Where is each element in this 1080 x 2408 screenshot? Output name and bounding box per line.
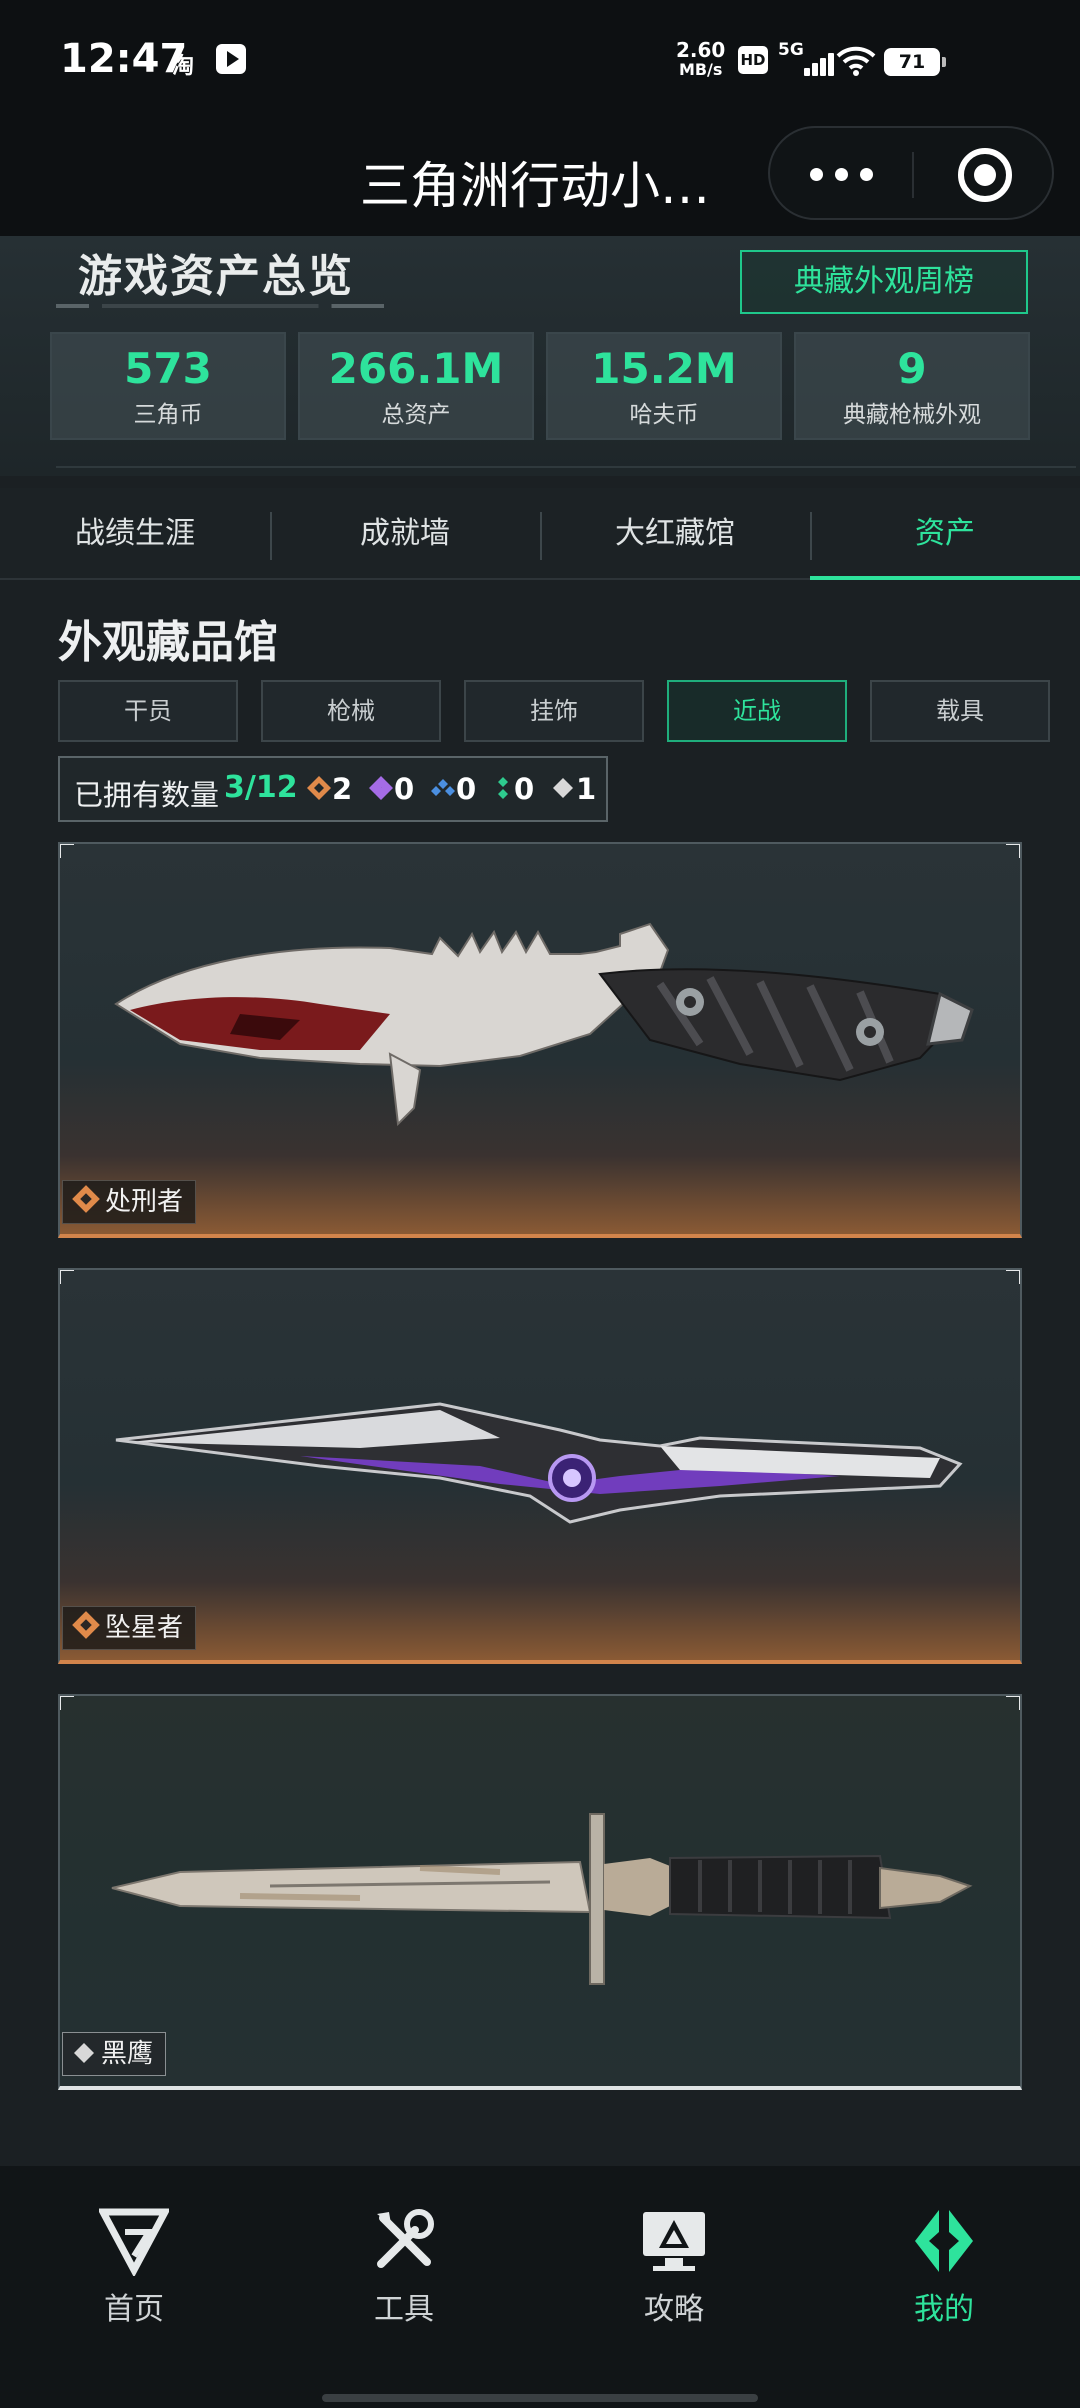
asset-overview: 游戏资产总览 典藏外观周榜 573 三角币 266.1M 总资产 15.2M 哈… — [0, 236, 1080, 476]
black-hawk-knife-image — [111, 1813, 973, 1985]
more-icon[interactable] — [806, 158, 878, 190]
owned-label: 已拥有数量 — [74, 778, 220, 812]
item-name: 黑鹰 — [101, 2039, 154, 2069]
wifi-icon — [836, 46, 876, 76]
rarity-purple-count: 0 — [368, 772, 414, 806]
diamond-orange-icon — [72, 1185, 100, 1213]
nav-profile[interactable]: 我的 — [854, 2206, 1034, 2328]
signal-icon — [790, 52, 834, 76]
rarity-count: 1 — [576, 772, 597, 806]
rarity-count: 0 — [456, 772, 477, 806]
nav-label: 我的 — [914, 2292, 974, 2327]
rarity-blue-count: 0 — [430, 772, 476, 806]
tools-icon — [377, 2209, 434, 2268]
stat-label: 哈夫币 — [629, 402, 699, 428]
battery-icon: 71 — [884, 48, 946, 76]
starfall-knife-image — [115, 1402, 963, 1524]
diamond-white-icon — [74, 2043, 94, 2063]
nav-label: 首页 — [104, 2292, 164, 2327]
rarity-orange-count: 2 — [306, 772, 352, 806]
collection-item-card[interactable]: 处刑者 — [58, 842, 1022, 1238]
guide-icon — [643, 2212, 705, 2271]
network-speed-unit: MB/s — [678, 60, 723, 79]
owned-count-bar: 已拥有数量 3/12 2 0 0 0 1 — [58, 756, 608, 822]
rarity-white-count: 1 — [550, 772, 596, 806]
collection-item-card[interactable]: 坠星者 — [58, 1268, 1022, 1664]
close-mini-program-icon[interactable] — [958, 148, 1012, 202]
tab-career[interactable]: 战绩生涯 — [0, 488, 270, 580]
status-bar: 12:47 淘 2.60 MB/s HD 5G 71 — [0, 0, 1080, 120]
nav-home[interactable]: 首页 — [44, 2206, 224, 2328]
rarity-green-count: 0 — [492, 772, 534, 806]
category-vehicles[interactable]: 载具 — [870, 680, 1050, 742]
stat-card-haf-coin: 15.2M 哈夫币 — [546, 332, 782, 440]
owned-count: 3/12 — [224, 770, 298, 805]
stat-value: 9 — [897, 344, 927, 393]
diamond-purple-icon — [369, 776, 393, 800]
overview-title: 游戏资产总览 — [78, 251, 354, 302]
category-charms[interactable]: 挂饰 — [464, 680, 644, 742]
category-melee[interactable]: 近战 — [667, 680, 847, 742]
diamond-white-icon — [553, 778, 573, 798]
collection-item-card[interactable]: 黑鹰 — [58, 1694, 1022, 2090]
play-icon — [216, 44, 246, 74]
bottom-navigation: 首页 工具 攻略 我的 — [0, 2166, 1080, 2408]
nav-guide[interactable]: 攻略 — [584, 2206, 764, 2328]
stat-card-total-assets: 266.1M 总资产 — [298, 332, 534, 440]
weekly-rank-button[interactable]: 典藏外观周榜 — [740, 250, 1028, 314]
mini-program-capsule — [768, 126, 1054, 220]
nav-label: 攻略 — [644, 2292, 704, 2327]
diamond-orange-icon — [307, 776, 331, 800]
page-title: 三角洲行动小… — [360, 157, 710, 215]
item-name: 坠星者 — [105, 1613, 184, 1643]
stat-card-delta-coin: 573 三角币 — [50, 332, 286, 440]
stat-label: 典藏枪械外观 — [843, 402, 981, 428]
home-indicator[interactable] — [322, 2394, 758, 2402]
rarity-count: 0 — [514, 772, 535, 806]
diamond-green-icon — [498, 777, 508, 799]
mini-program-title-bar: 三角洲行动小… — [0, 120, 1080, 236]
hd-badge: HD — [738, 46, 768, 74]
capsule-divider — [912, 152, 914, 198]
diamond-orange-icon — [72, 1611, 100, 1639]
category-firearms[interactable]: 枪械 — [261, 680, 441, 742]
nav-tools[interactable]: 工具 — [314, 2206, 494, 2328]
item-name-label: 黑鹰 — [62, 2032, 167, 2076]
network-speed: 2.60 MB/s — [676, 40, 725, 80]
profile-icon — [915, 2210, 973, 2272]
stat-label: 三角币 — [133, 402, 203, 428]
stat-card-collection-skins: 9 典藏枪械外观 — [794, 332, 1030, 440]
title-underline — [56, 304, 384, 308]
nav-label: 工具 — [374, 2292, 434, 2327]
taobao-icon: 淘 — [172, 54, 195, 79]
stat-value: 573 — [124, 344, 212, 393]
tab-achievements[interactable]: 成就墙 — [270, 488, 540, 580]
stat-value: 15.2M — [591, 344, 737, 393]
tab-red-collection[interactable]: 大红藏馆 — [540, 488, 810, 580]
stat-label: 总资产 — [381, 402, 451, 428]
item-name-label: 处刑者 — [62, 1180, 197, 1224]
rarity-count: 2 — [332, 772, 353, 806]
rarity-count: 0 — [394, 772, 415, 806]
collection-title: 外观藏品馆 — [58, 617, 278, 668]
stat-value: 266.1M — [328, 344, 504, 393]
item-name: 处刑者 — [105, 1187, 184, 1217]
item-name-label: 坠星者 — [62, 1606, 197, 1650]
diamond-blue-icon — [431, 779, 455, 796]
tab-assets[interactable]: 资产 — [810, 488, 1080, 580]
category-operators[interactable]: 干员 — [58, 680, 238, 742]
overview-divider — [56, 466, 1076, 468]
network-speed-value: 2.60 — [676, 38, 726, 62]
home-logo-icon — [99, 2208, 169, 2276]
main-tabs: 战绩生涯 成就墙 大红藏馆 资产 — [0, 488, 1080, 580]
clock: 12:47 — [60, 36, 188, 82]
executioner-knife-image — [114, 922, 974, 1127]
